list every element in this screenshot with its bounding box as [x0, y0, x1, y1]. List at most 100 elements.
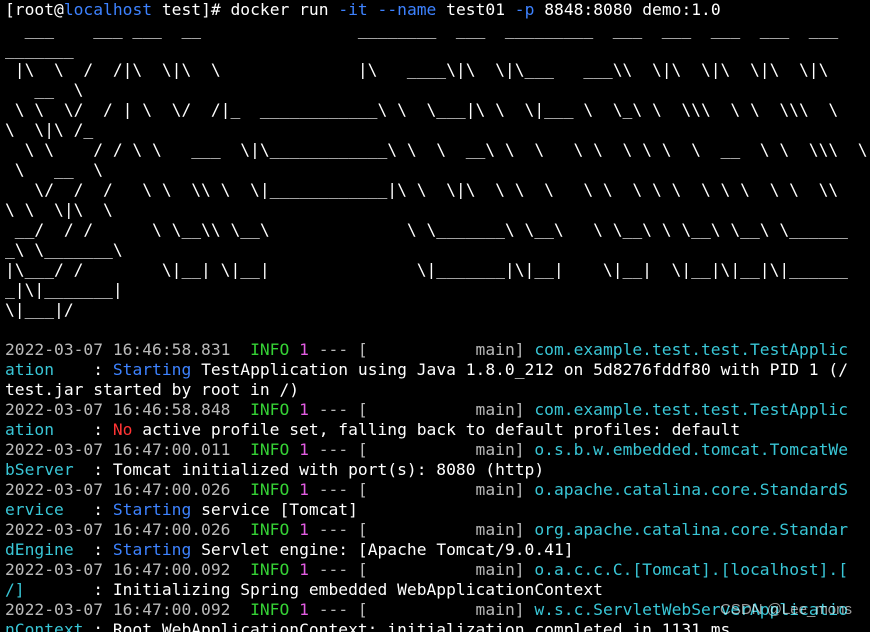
text-pid: 1 — [299, 560, 309, 579]
text-logger: o.s.b.w.embedded.tomcat.TomcatWe — [534, 440, 849, 459]
text-plain: Servlet engine: [Apache Tomcat/9.0.41] — [191, 540, 574, 559]
text-plain: active profile set, falling back to defa… — [132, 420, 741, 439]
text-plain — [289, 480, 299, 499]
terminal-line: \ __ \ — [5, 160, 870, 180]
text-timestamp: 2022-03-07 16:47:00.092 — [5, 560, 241, 579]
terminal-line: __ \ — [5, 80, 870, 100]
text-info: INFO — [240, 440, 290, 459]
text-logger: bServer — [5, 460, 84, 479]
text-plain: : Tomcat initialized with port(s): 8080 … — [83, 460, 545, 479]
terminal-line: 2022-03-07 16:47:00.092 INFO 1 --- [ mai… — [5, 560, 870, 580]
text-plain: \ \ \|\ \ — [5, 200, 113, 219]
text-keyword: Starting — [112, 360, 192, 379]
text-plain — [289, 600, 299, 619]
text-pid: 1 — [299, 340, 309, 359]
terminal-line: 2022-03-07 16:46:58.831 INFO 1 --- [ mai… — [5, 340, 870, 360]
terminal-line: _\ \_______\ — [5, 240, 870, 260]
text-plain: : — [83, 420, 113, 439]
text-timestamp: 2022-03-07 16:47:00.026 — [5, 520, 241, 539]
text-plain: \ \ / / \ \ ___ \|\____________\ \ \ __\… — [5, 140, 868, 159]
terminal-line: __/ / / \ \__\\ \__\ \ \_______\ \__\ \ … — [5, 220, 870, 240]
terminal-line: \/ / / \ \ \\ \ \|____________|\ \ \|\ \… — [5, 180, 870, 200]
text-plain: \ \|\ /_ — [5, 120, 94, 139]
text-plain: \/ / / \ \ \\ \ \|____________|\ \ \|\ \… — [5, 180, 839, 199]
text-plain — [289, 560, 299, 579]
text-pid: 1 — [299, 600, 309, 619]
shell-command-line: [root@localhost test]# docker run -it --… — [5, 0, 870, 20]
text-plain: TestApplication using Java 1.8.0_212 on … — [191, 360, 849, 379]
terminal-line: test.jar started by root in /) — [5, 380, 870, 400]
text-info: INFO — [240, 400, 290, 419]
text-plain: service [Tomcat] — [191, 500, 358, 519]
terminal-line: _|\|_______| — [5, 280, 870, 300]
text-info: INFO — [240, 480, 290, 499]
text-plain: ___ ___ ___ __ ________ ___ _________ __… — [5, 20, 839, 39]
terminal-line: /] : Initializing Spring embedded WebApp… — [5, 580, 870, 600]
terminal-line: \|___|/ — [5, 300, 870, 320]
text-logger: dEngine — [5, 540, 84, 559]
terminal-output[interactable]: [root@localhost test]# docker run -it --… — [0, 0, 870, 632]
text-logger: /] — [5, 580, 84, 599]
text-plain: \ __ \ — [5, 160, 104, 179]
terminal-line: 2022-03-07 16:47:00.026 INFO 1 --- [ mai… — [5, 480, 870, 500]
terminal-line: \ \ \|\ \ — [5, 200, 870, 220]
text-timestamp: 2022-03-07 16:47:00.011 — [5, 440, 241, 459]
text-info: INFO — [240, 520, 290, 539]
text-timestamp: 2022-03-07 16:46:58.848 — [5, 400, 241, 419]
text-plain — [289, 340, 299, 359]
csdn-watermark: CSDN @Lee_mons — [720, 601, 852, 618]
terminal-line: ___ ___ ___ __ ________ ___ _________ __… — [5, 20, 870, 40]
text-keyword: --name — [377, 0, 437, 19]
terminal-line: 2022-03-07 16:47:00.011 INFO 1 --- [ mai… — [5, 440, 870, 460]
text-plain — [289, 520, 299, 539]
terminal-line: bServer : Tomcat initialized with port(s… — [5, 460, 870, 480]
text-logger: com.example.test.test.TestApplic — [534, 340, 849, 359]
text-dashes: --- [ main] — [308, 600, 535, 619]
text-plain: test]# docker run — [152, 0, 339, 19]
text-plain: \ \ \/ / | \ \/ /|_ ____________\ \ \___… — [5, 100, 839, 119]
text-plain: \|___|/ — [5, 300, 74, 319]
text-timestamp: 2022-03-07 16:47:00.092 — [5, 600, 241, 619]
terminal-line: \ \ \/ / | \ \/ /|_ ____________\ \ \___… — [5, 100, 870, 120]
terminal-line: nContext : Root WebApplicationContext: i… — [5, 620, 870, 632]
text-logger: org.apache.catalina.core.Standar — [534, 520, 849, 539]
text-plain — [368, 0, 378, 19]
text-dashes: --- [ main] — [308, 560, 535, 579]
text-plain — [289, 400, 299, 419]
text-keyword: -p — [514, 0, 535, 19]
text-dashes: --- [ main] — [308, 400, 535, 419]
text-pid: 1 — [299, 480, 309, 499]
text-info: INFO — [240, 340, 290, 359]
terminal-line: \ \ / / \ \ ___ \|\____________\ \ \ __\… — [5, 140, 870, 160]
text-plain: test.jar started by root in /) — [5, 380, 300, 399]
text-plain: _______ — [5, 40, 74, 59]
text-plain — [289, 440, 299, 459]
text-logger: ation — [5, 360, 84, 379]
text-plain: _\ \_______\ — [5, 240, 123, 259]
text-plain: [root@ — [5, 0, 64, 19]
text-plain: __ \ — [5, 80, 84, 99]
terminal-line: ervice : Starting service [Tomcat] — [5, 500, 870, 520]
terminal-line: 2022-03-07 16:46:58.848 INFO 1 --- [ mai… — [5, 400, 870, 420]
text-dashes: --- [ main] — [308, 520, 535, 539]
text-info: INFO — [240, 560, 290, 579]
text-plain: : — [83, 360, 113, 379]
text-plain: : Root WebApplicationContext: initializa… — [83, 620, 731, 632]
text-keyword: Starting — [112, 540, 192, 559]
text-keyword: -it — [338, 0, 368, 19]
text-keyword: localhost — [63, 0, 153, 19]
text-dashes: --- [ main] — [308, 440, 535, 459]
text-timestamp: 2022-03-07 16:47:00.026 — [5, 480, 241, 499]
text-pid: 1 — [299, 520, 309, 539]
text-pid: 1 — [299, 400, 309, 419]
terminal-line: _______ — [5, 40, 870, 60]
terminal-line: ation : Starting TestApplication using J… — [5, 360, 870, 380]
text-plain: 8848:8080 demo:1.0 — [534, 0, 721, 19]
text-plain: : — [83, 540, 113, 559]
terminal-line: dEngine : Starting Servlet engine: [Apac… — [5, 540, 870, 560]
text-plain: : Initializing Spring embedded WebApplic… — [83, 580, 603, 599]
text-logger: com.example.test.test.TestApplic — [534, 400, 849, 419]
terminal-line: |\ \ / /|\ \|\ \ |\ ____\|\ \|\___ ___\\… — [5, 60, 870, 80]
text-plain: __/ / / \ \__\\ \__\ \ \_______\ \__\ \ … — [5, 220, 848, 239]
